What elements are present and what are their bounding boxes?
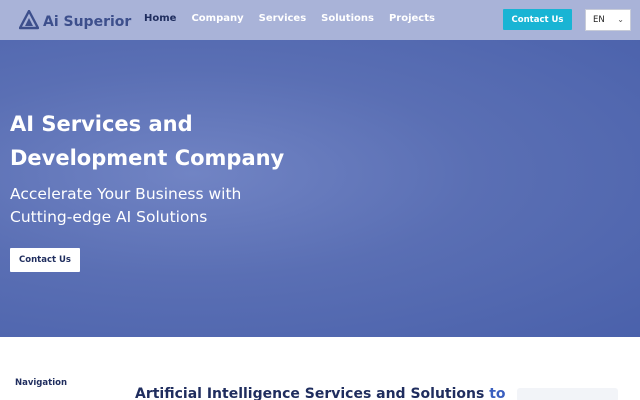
hero-subtitle-line2: Cutting-edge AI Solutions	[10, 208, 208, 226]
section-title-main: Artificial Intelligence Services and Sol…	[135, 386, 485, 400]
logo[interactable]: Ai Superior	[18, 9, 132, 34]
language-value: EN	[593, 15, 605, 25]
site-header: Ai Superior Home Company Services Soluti…	[0, 0, 640, 40]
nav-solutions[interactable]: Solutions	[321, 13, 374, 24]
sidebar-navigation-label: Navigation	[15, 378, 67, 388]
nav-home[interactable]: Home	[144, 13, 176, 24]
nav-company[interactable]: Company	[191, 13, 243, 24]
nav-services[interactable]: Services	[259, 13, 307, 24]
section-title-accent: to	[489, 386, 506, 400]
side-card	[517, 388, 618, 400]
hero-title-line2: Development Company	[10, 146, 285, 170]
section-title: Artificial Intelligence Services and Sol…	[135, 386, 506, 400]
language-select[interactable]: EN ⌄	[585, 9, 631, 31]
hero-title-line1: AI Services and	[10, 112, 193, 136]
chevron-down-icon: ⌄	[617, 15, 624, 24]
main-nav: Home Company Services Solutions Projects	[144, 13, 450, 24]
hero-subtitle-line1: Accelerate Your Business with	[10, 185, 242, 203]
logo-text: Ai Superior	[43, 14, 132, 30]
hero-contact-button[interactable]: Contact Us	[10, 248, 80, 272]
hero-subtitle: Accelerate Your Business with Cutting-ed…	[10, 183, 330, 229]
header-contact-button[interactable]: Contact Us	[503, 9, 572, 30]
hero-title: AI Services and Development Company	[10, 107, 330, 175]
nav-projects[interactable]: Projects	[389, 13, 435, 24]
triangle-logo-icon	[18, 9, 40, 34]
